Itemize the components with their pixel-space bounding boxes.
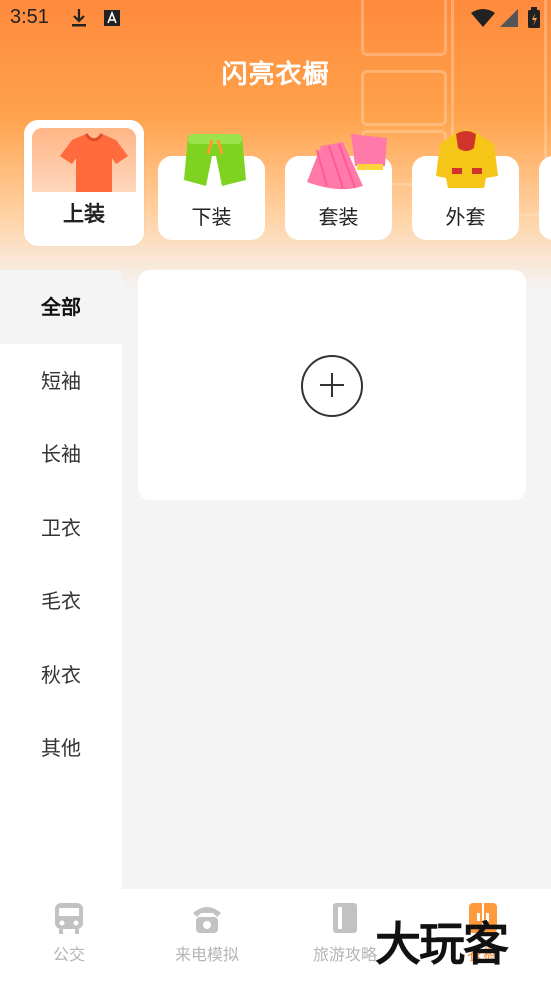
wifi-icon (471, 9, 495, 31)
sidebar-item-hoodie[interactable]: 卫衣 (0, 491, 122, 565)
shorts-icon (184, 134, 246, 186)
tab-bus[interactable]: 公交 (14, 901, 124, 965)
page-title: 闪亮衣橱 (221, 60, 330, 90)
status-bar: 3:51 (0, 0, 551, 38)
download-icon (70, 8, 88, 32)
sidebar-item-short-sleeve[interactable]: 短袖 (0, 344, 122, 418)
sidebar-item-all[interactable]: 全部 (0, 270, 122, 344)
bus-icon (53, 901, 85, 935)
tab-label: 来电模拟 (174, 945, 239, 964)
app-a-icon (104, 10, 120, 30)
watermark-logo: 大玩客 (375, 917, 509, 971)
battery-icon (528, 7, 540, 32)
tab-label: 公交 (52, 945, 85, 964)
book-icon (329, 901, 361, 935)
phone-icon (191, 901, 223, 935)
tab-call-simulator[interactable]: 来电模拟 (152, 901, 262, 965)
category-label: 套装 (318, 205, 359, 229)
category-more-partial[interactable] (539, 156, 551, 240)
category-coats[interactable]: 外套 (412, 130, 519, 240)
category-label: 下装 (191, 205, 232, 229)
category-outfits[interactable]: 套装 (285, 134, 392, 240)
sidebar-item-sweater[interactable]: 毛衣 (0, 564, 122, 638)
category-tops[interactable]: 上装 (24, 120, 144, 246)
jacket-icon (436, 130, 498, 188)
status-time: 3:51 (10, 6, 49, 28)
category-label: 外套 (445, 205, 486, 229)
subcategory-sidebar: 全部 短袖 长袖 卫衣 毛衣 秋衣 其他 (0, 270, 122, 890)
category-label: 上装 (63, 202, 105, 226)
sidebar-item-other[interactable]: 其他 (0, 711, 122, 785)
add-icon[interactable] (301, 355, 363, 417)
add-item-card[interactable] (138, 270, 526, 500)
category-bottoms[interactable]: 下装 (158, 134, 265, 240)
dress-icon (307, 134, 387, 190)
signal-icon (500, 9, 518, 31)
category-strip: 上装 下装 套装 外套 (0, 120, 551, 250)
sidebar-item-thermal[interactable]: 秋衣 (0, 638, 122, 712)
sidebar-item-long-sleeve[interactable]: 长袖 (0, 417, 122, 491)
tshirt-icon (60, 133, 128, 192)
